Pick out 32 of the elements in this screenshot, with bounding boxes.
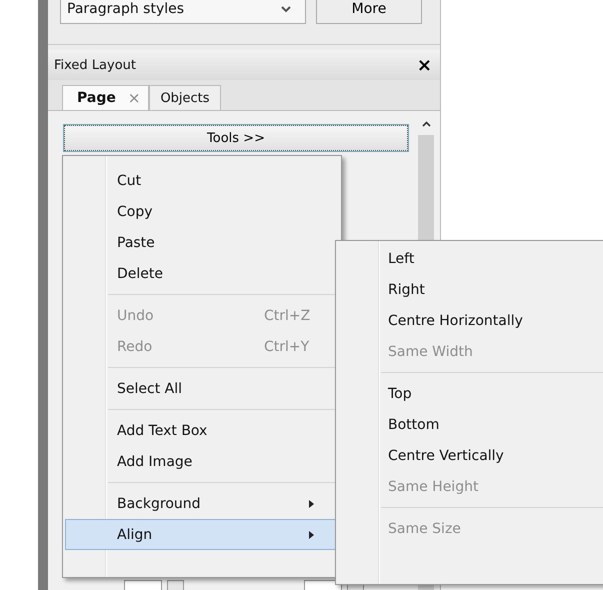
menu-item[interactable]: Bottom	[338, 409, 603, 440]
menu-item-label: Redo	[117, 338, 154, 354]
chevron-down-icon	[281, 6, 291, 12]
menu-item[interactable]: Background	[65, 488, 339, 519]
menu-item[interactable]: Top	[338, 378, 603, 409]
menu-item[interactable]: Paste	[65, 227, 339, 258]
menu-item[interactable]: Centre Vertically	[338, 440, 603, 471]
menu-item[interactable]: Centre Horizontally	[338, 305, 603, 336]
menu-item-label: Align	[117, 526, 154, 542]
menu-item-label: Undo	[117, 308, 155, 324]
submenu-arrow-icon	[309, 530, 314, 538]
menu-item[interactable]: Copy	[65, 196, 339, 227]
tab[interactable]: Page ×	[62, 85, 150, 110]
paragraph-styles-dropdown[interactable]: Paragraph styles	[60, 0, 306, 24]
menu-item[interactable]: Add Image	[65, 446, 339, 477]
dropdown-value: Paragraph styles	[67, 1, 184, 17]
menu-item-label: Background	[117, 496, 202, 512]
menu-item[interactable]: Cut	[65, 165, 339, 196]
menu-item[interactable]: Right	[338, 274, 603, 305]
more-button[interactable]: More	[316, 0, 422, 24]
tab[interactable]: Objects	[149, 85, 221, 110]
submenu-arrow-icon	[309, 500, 314, 508]
panel-title: Fixed Layout	[54, 58, 136, 72]
menu-item[interactable]: Left	[338, 243, 603, 274]
shortcut-label: Ctrl+Y	[264, 338, 310, 354]
close-button[interactable]: ×	[414, 54, 434, 76]
shortcut-label: Ctrl+Z	[264, 308, 312, 324]
menu-item[interactable]: Delete	[65, 258, 339, 289]
menu-item[interactable]: Add Text Box	[65, 415, 339, 446]
scroll-up-icon[interactable]	[422, 121, 430, 127]
menu-item[interactable]: Select All	[65, 373, 339, 404]
tools-button[interactable]: Tools >>	[64, 125, 408, 151]
